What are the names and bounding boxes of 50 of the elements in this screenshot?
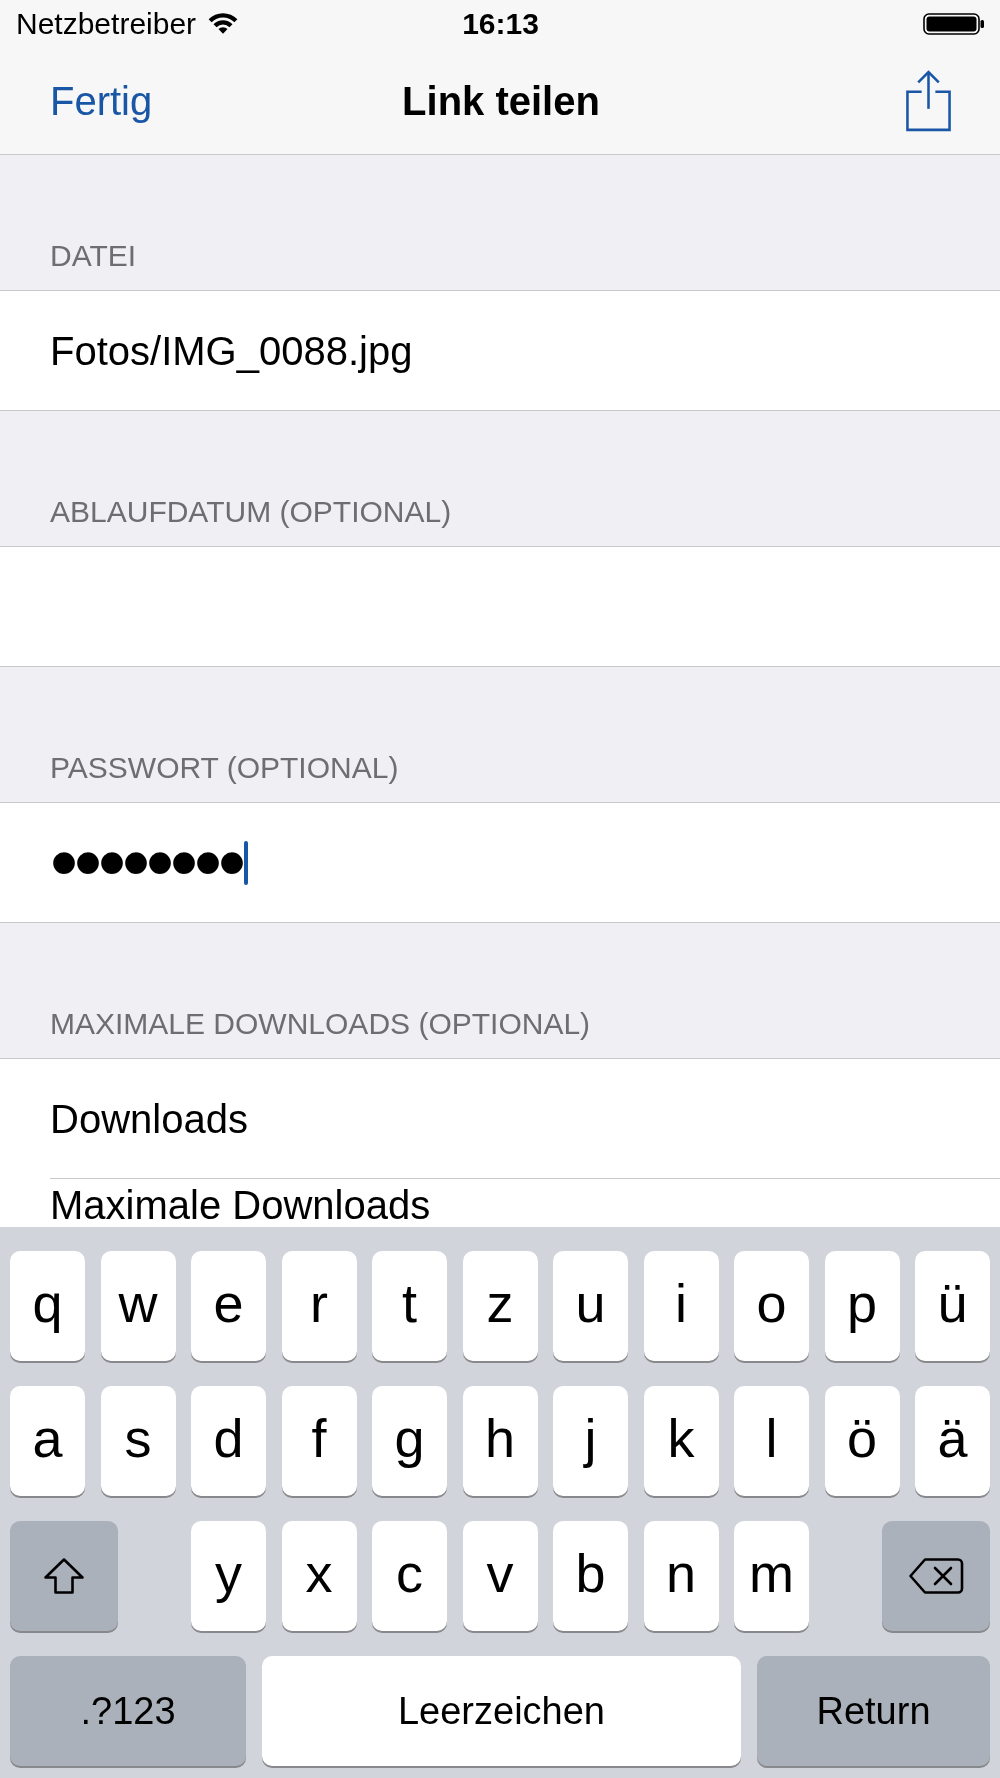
letter-key[interactable]: p (824, 1251, 900, 1361)
section-header: PASSWORT (OPTIONAL) (50, 750, 399, 786)
return-key[interactable]: Return (757, 1656, 990, 1766)
letter-key[interactable]: y (191, 1521, 266, 1631)
letter-key[interactable]: q (10, 1251, 85, 1361)
letter-key[interactable]: t (372, 1251, 447, 1361)
letter-key[interactable]: x (281, 1521, 357, 1631)
letter-key[interactable]: i (643, 1251, 719, 1361)
letter-key[interactable]: l (734, 1386, 809, 1496)
battery-icon (923, 13, 985, 35)
letter-key[interactable]: u (553, 1251, 628, 1361)
letter-key[interactable]: e (191, 1251, 266, 1361)
section-header: MAXIMALE DOWNLOADS (OPTIONAL) (50, 1006, 591, 1042)
letter-key[interactable]: d (191, 1386, 266, 1496)
row-text: Downloads (50, 1095, 248, 1143)
letter-key[interactable]: g (372, 1386, 447, 1496)
done-button[interactable]: Fertig (50, 77, 153, 125)
letter-key[interactable]: k (643, 1386, 719, 1496)
row-text: Fotos/IMG_0088.jpg (50, 327, 413, 375)
wifi-icon (208, 13, 239, 35)
row-text: Maximale Downloads (50, 1182, 431, 1227)
letter-key[interactable]: ä (915, 1386, 990, 1496)
letter-key[interactable]: z (462, 1251, 538, 1361)
letter-key[interactable]: j (553, 1386, 628, 1496)
status-time: 16:13 (462, 6, 539, 42)
carrier-name: Netzbetreiber (16, 6, 197, 42)
backspace-icon (908, 1557, 964, 1595)
letter-key[interactable]: s (100, 1386, 176, 1496)
share-icon[interactable] (905, 69, 952, 133)
section-header: DATEI (50, 238, 137, 274)
backspace-key[interactable] (882, 1521, 990, 1631)
letter-key[interactable]: n (643, 1521, 719, 1631)
letter-key[interactable]: ü (915, 1251, 990, 1361)
shift-icon (43, 1557, 85, 1595)
letter-key[interactable]: c (372, 1521, 447, 1631)
space-key[interactable]: Leerzeichen (262, 1656, 741, 1766)
letter-key[interactable]: m (734, 1521, 809, 1631)
letter-key[interactable]: o (734, 1251, 809, 1361)
letter-key[interactable]: h (462, 1386, 538, 1496)
letter-key[interactable]: r (281, 1251, 357, 1361)
letter-key[interactable]: b (553, 1521, 628, 1631)
nav-title: Link teilen (402, 78, 600, 125)
letter-key[interactable]: ö (824, 1386, 900, 1496)
letter-key[interactable]: a (10, 1386, 85, 1496)
shift-key[interactable] (10, 1521, 118, 1631)
letter-key[interactable]: w (100, 1251, 176, 1361)
letter-key[interactable]: v (462, 1521, 538, 1631)
numbers-key[interactable]: .?123 (10, 1656, 246, 1766)
section-header: ABLAUFDATUM (OPTIONAL) (50, 494, 452, 530)
letter-key[interactable]: f (281, 1386, 357, 1496)
